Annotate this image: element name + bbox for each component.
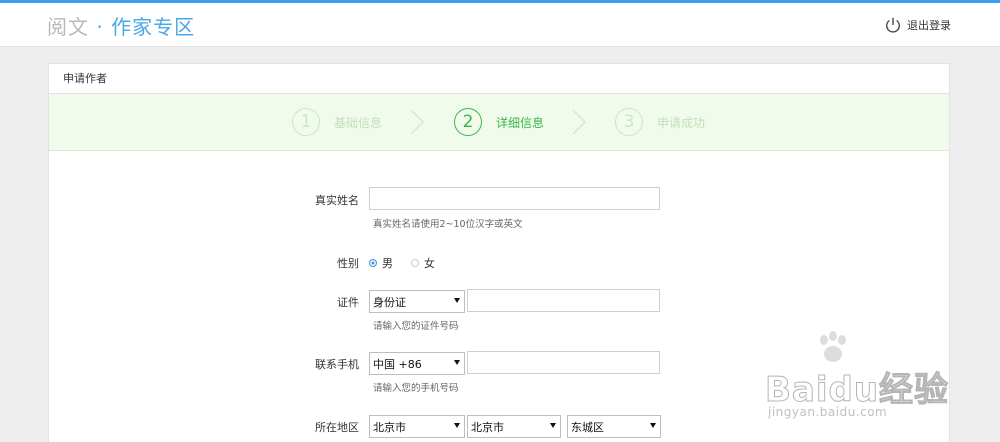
- brand-part1: 阅文: [47, 15, 89, 39]
- brand-logo[interactable]: 阅文 · 作家专区: [47, 11, 195, 40]
- real-name-label: 真实姓名: [315, 194, 359, 207]
- brand-part2: 作家专区: [111, 15, 196, 39]
- district-select[interactable]: 东城区: [567, 415, 661, 438]
- step-number: 1: [292, 108, 320, 136]
- radio-dot: [369, 259, 377, 267]
- id-number-input[interactable]: [467, 289, 660, 312]
- step-number: 2: [454, 108, 482, 136]
- id-doc-label: 证件: [337, 296, 359, 309]
- phone-country-value: 中国 +86: [373, 357, 422, 371]
- chevron-right-icon: [410, 109, 424, 135]
- radio-dot: [411, 259, 419, 267]
- dropdown-arrow-icon: [550, 423, 556, 428]
- panel-title: 申请作者: [49, 64, 949, 94]
- phone-number-hint: 请输入您的手机号码: [373, 383, 459, 394]
- gender-label: 性别: [337, 257, 359, 270]
- step-detail-info: 2 详细信息: [454, 108, 544, 136]
- step-label: 详细信息: [496, 115, 545, 130]
- step-label: 申请成功: [657, 115, 706, 130]
- phone-country-select[interactable]: 中国 +86: [369, 352, 465, 375]
- apply-author-panel: 申请作者 1 基础信息 2 详细信息 3 申请成功 真实姓名 真实姓名请使用2~…: [48, 63, 950, 442]
- progress-steps: 1 基础信息 2 详细信息 3 申请成功: [49, 94, 949, 151]
- gender-male-radio[interactable]: 男: [369, 255, 393, 271]
- power-icon: [886, 17, 900, 33]
- step-number: 3: [615, 108, 643, 136]
- logout-button[interactable]: 退出登录: [884, 15, 951, 35]
- district-value: 东城区: [571, 420, 604, 434]
- brand-separator: ·: [89, 15, 112, 39]
- chevron-right-icon: [572, 109, 586, 135]
- gender-male-label: 男: [382, 257, 393, 270]
- dropdown-arrow-icon: [650, 423, 656, 428]
- step-success: 3 申请成功: [615, 108, 705, 136]
- header: 阅文 · 作家专区 退出登录: [0, 3, 1000, 47]
- step-label: 基础信息: [334, 115, 383, 130]
- dropdown-arrow-icon: [454, 423, 460, 428]
- id-type-value: 身份证: [373, 295, 406, 309]
- id-number-hint: 请输入您的证件号码: [373, 321, 459, 332]
- gender-female-label: 女: [424, 257, 435, 270]
- province-value: 北京市: [373, 420, 406, 434]
- province-select[interactable]: 北京市: [369, 415, 465, 438]
- dropdown-arrow-icon: [454, 360, 460, 365]
- logout-label: 退出登录: [907, 19, 951, 32]
- city-select[interactable]: 北京市: [467, 415, 561, 438]
- real-name-hint: 真实姓名请使用2~10位汉字或英文: [373, 219, 523, 230]
- id-type-select[interactable]: 身份证: [369, 290, 465, 313]
- gender-female-radio[interactable]: 女: [411, 255, 435, 271]
- city-value: 北京市: [471, 420, 504, 434]
- phone-label: 联系手机: [315, 358, 359, 371]
- phone-number-input[interactable]: [467, 351, 660, 374]
- region-label: 所在地区: [315, 421, 359, 434]
- step-basic-info: 1 基础信息: [292, 108, 382, 136]
- real-name-input[interactable]: [369, 187, 660, 210]
- dropdown-arrow-icon: [454, 298, 460, 303]
